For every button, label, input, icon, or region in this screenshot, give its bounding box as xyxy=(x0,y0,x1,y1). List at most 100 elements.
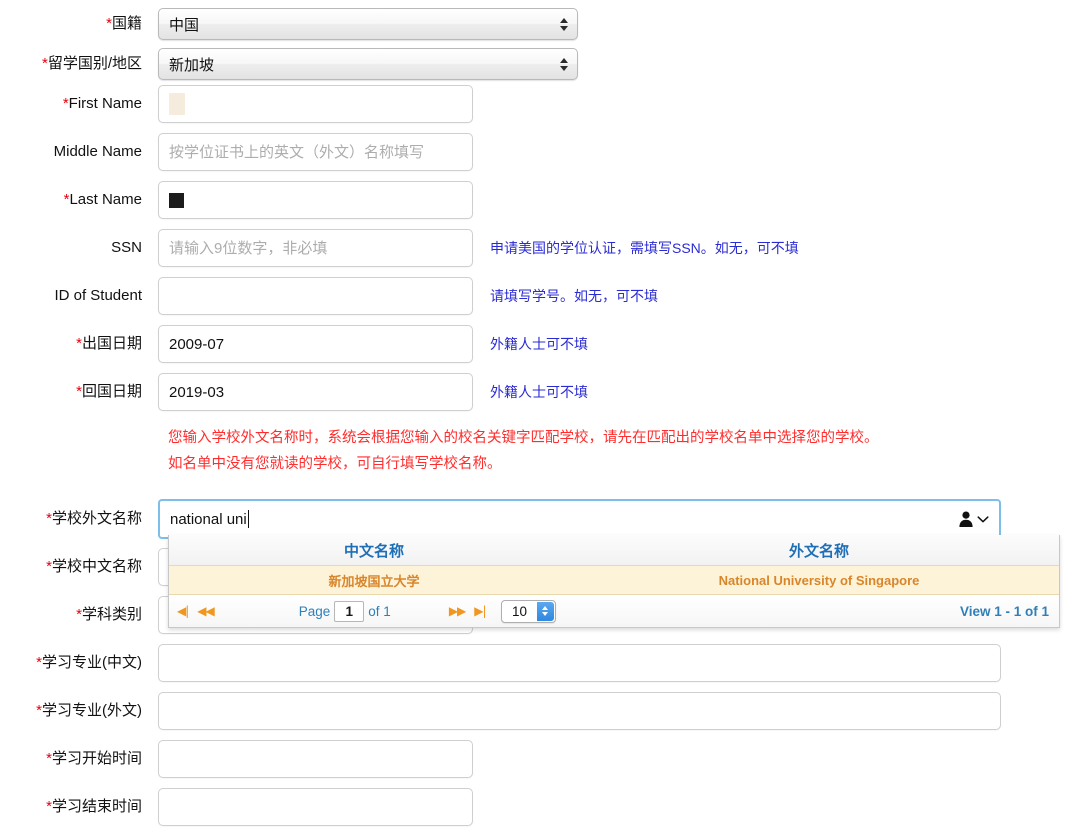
label-study-start-date: *学习开始时间 xyxy=(0,750,152,768)
field-school-foreign-name: national uni xyxy=(158,499,1001,539)
column-header-chinese-name: 中文名称 xyxy=(169,540,579,561)
label-text: 学习专业(外文) xyxy=(42,702,142,719)
chevron-down-icon xyxy=(977,514,989,524)
form-row-study-end-date: *学习结束时间 xyxy=(0,783,1080,831)
note-line-2: 如名单中没有您就读的学校，可自行填写学校名称。 xyxy=(168,451,1048,477)
field-major-chinese xyxy=(158,644,1001,682)
select-study-country-value: 新加坡 xyxy=(169,54,214,75)
prev-page-icon[interactable]: ◀◀ xyxy=(197,604,213,618)
label-study-country: *留学国别/地区 xyxy=(0,55,152,73)
redaction-mark xyxy=(169,193,184,208)
hint-ssn: 申请美国的学位认证，需填写SSN。如无，可不填 xyxy=(490,238,799,258)
redaction-mark xyxy=(169,93,185,115)
school-suggestions-dropdown: 中文名称 外文名称 新加坡国立大学 National University of… xyxy=(168,535,1060,628)
label-school-foreign-name: *学校外文名称 xyxy=(0,510,152,528)
field-first-name xyxy=(158,85,473,123)
label-return-date: *回国日期 xyxy=(0,383,152,401)
input-study-end-date[interactable] xyxy=(158,788,473,826)
last-page-icon[interactable]: ▶| xyxy=(474,604,485,618)
field-middle-name xyxy=(158,133,473,171)
field-study-end-date xyxy=(158,788,473,826)
label-text: 学习结束时间 xyxy=(52,798,142,815)
input-return-date[interactable] xyxy=(158,373,473,411)
form-row-departure-date: *出国日期 外籍人士可不填 xyxy=(0,320,1080,368)
label-text: First Name xyxy=(69,95,142,112)
form-row-first-name: *First Name xyxy=(0,80,1080,128)
page-label: Page xyxy=(299,604,331,619)
form-row-last-name: *Last Name xyxy=(0,176,1080,224)
form-row-return-date: *回国日期 外籍人士可不填 xyxy=(0,368,1080,416)
suggestions-table-header: 中文名称 外文名称 xyxy=(169,535,1059,566)
input-student-id[interactable] xyxy=(158,277,473,315)
sort-arrows-icon xyxy=(559,55,568,73)
page-total-label: of 1 xyxy=(368,604,391,619)
hint-departure-date: 外籍人士可不填 xyxy=(490,334,588,354)
hint-return-date: 外籍人士可不填 xyxy=(490,382,588,402)
label-text: 学科类别 xyxy=(82,606,142,623)
input-major-foreign[interactable] xyxy=(158,692,1001,730)
school-picker-toggle[interactable] xyxy=(958,511,989,528)
field-return-date: 外籍人士可不填 xyxy=(158,373,588,411)
next-page-icon[interactable]: ▶▶ xyxy=(449,604,465,618)
form-row-major-chinese: *学习专业(中文) xyxy=(0,639,1080,687)
input-school-foreign-name[interactable]: national uni xyxy=(158,499,1001,539)
page-number-input[interactable] xyxy=(334,601,364,622)
input-middle-name[interactable] xyxy=(158,133,473,171)
label-first-name: *First Name xyxy=(0,95,152,113)
view-range-label: View 1 - 1 of 1 xyxy=(960,604,1049,619)
select-study-country[interactable]: 新加坡 xyxy=(158,48,578,80)
page-size-select[interactable]: 10 xyxy=(501,600,556,623)
field-study-start-date xyxy=(158,740,473,778)
suggestions-pager: ◀| ◀◀ Page of 1 ▶▶ ▶| 10 View 1 - 1 of 1 xyxy=(169,595,1059,627)
form-row-ssn: SSN 申请美国的学位认证，需填写SSN。如无，可不填 xyxy=(0,224,1080,272)
form-row-study-start-date: *学习开始时间 xyxy=(0,735,1080,783)
suggestion-chinese-name: 新加坡国立大学 xyxy=(169,571,579,590)
field-nationality: 中国 xyxy=(158,8,578,40)
select-nationality-value: 中国 xyxy=(169,14,199,35)
first-page-icon[interactable]: ◀| xyxy=(177,604,188,618)
text-caret xyxy=(248,510,249,528)
suggestion-foreign-name: National University of Singapore xyxy=(579,573,1059,588)
label-nationality: *国籍 xyxy=(0,15,152,33)
label-text: SSN xyxy=(111,239,142,256)
label-text: 回国日期 xyxy=(82,383,142,400)
label-student-id: ID of Student xyxy=(0,287,152,305)
field-major-foreign xyxy=(158,692,1001,730)
input-ssn[interactable] xyxy=(158,229,473,267)
label-text: 学校中文名称 xyxy=(52,558,142,575)
select-nationality[interactable]: 中国 xyxy=(158,8,578,40)
page-size-value: 10 xyxy=(512,604,527,619)
label-text: 国籍 xyxy=(112,15,142,32)
sort-arrows-icon xyxy=(559,15,568,33)
label-text: ID of Student xyxy=(54,287,142,304)
label-middle-name: Middle Name xyxy=(0,143,152,161)
note-line-1: 您输入学校外文名称时，系统会根据您输入的校名关键字匹配学校，请先在匹配出的学校名… xyxy=(168,425,1048,451)
label-school-chinese-name: *学校中文名称 xyxy=(0,558,152,576)
label-text: Last Name xyxy=(69,191,142,208)
input-school-foreign-name-value: national uni xyxy=(170,511,247,528)
label-text: Middle Name xyxy=(54,143,142,160)
form-row-middle-name: Middle Name xyxy=(0,128,1080,176)
input-first-name[interactable] xyxy=(158,85,473,123)
suggestion-row[interactable]: 新加坡国立大学 National University of Singapore xyxy=(169,566,1059,595)
label-major-foreign: *学习专业(外文) xyxy=(0,702,152,720)
label-text: 学习开始时间 xyxy=(52,750,142,767)
label-text: 学校外文名称 xyxy=(52,510,142,527)
form-row-student-id: ID of Student 请填写学号。如无，可不填 xyxy=(0,272,1080,320)
label-text: 留学国别/地区 xyxy=(48,55,142,72)
input-study-start-date[interactable] xyxy=(158,740,473,778)
column-header-foreign-name: 外文名称 xyxy=(579,540,1059,561)
label-text: 学习专业(中文) xyxy=(42,654,142,671)
input-last-name[interactable] xyxy=(158,181,473,219)
label-subject-category: *学科类别 xyxy=(0,606,152,624)
label-ssn: SSN xyxy=(0,239,152,257)
field-study-country: 新加坡 xyxy=(158,48,578,80)
label-text: 出国日期 xyxy=(82,335,142,352)
hint-student-id: 请填写学号。如无，可不填 xyxy=(490,286,658,306)
label-departure-date: *出国日期 xyxy=(0,335,152,353)
stepper-icon xyxy=(537,602,554,621)
form-row-major-foreign: *学习专业(外文) xyxy=(0,687,1080,735)
input-major-chinese[interactable] xyxy=(158,644,1001,682)
input-departure-date[interactable] xyxy=(158,325,473,363)
school-match-notes: 您输入学校外文名称时，系统会根据您输入的校名关键字匹配学校，请先在匹配出的学校名… xyxy=(168,425,1048,477)
